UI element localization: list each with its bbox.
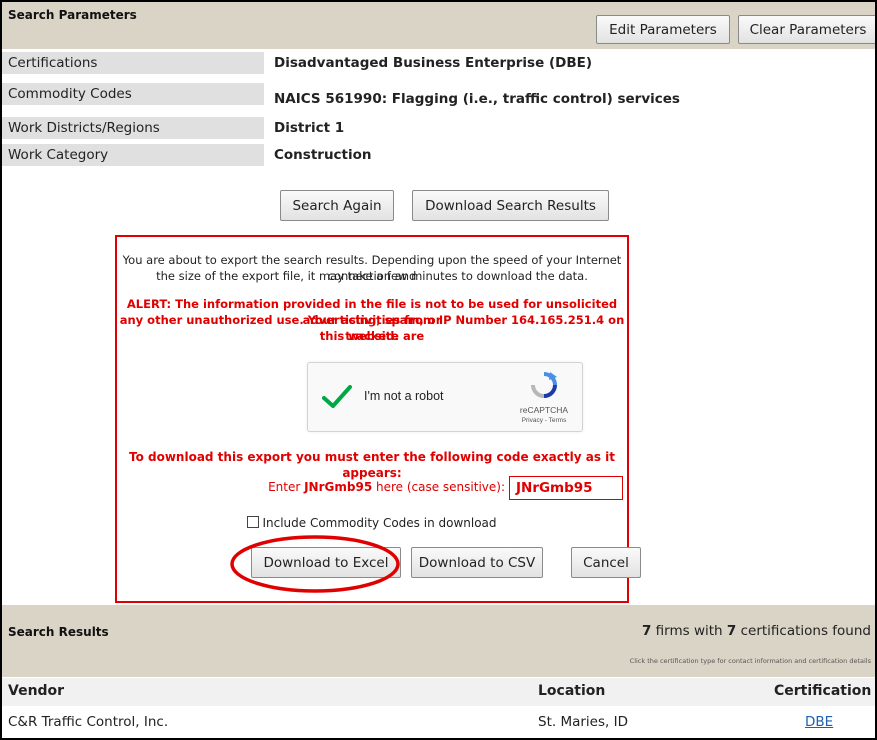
firms-count: 7 [641, 623, 652, 639]
param-value-work-category: Construction [274, 147, 372, 163]
search-parameters-title: Search Parameters [8, 8, 137, 22]
param-value-work-districts: District 1 [274, 120, 345, 136]
export-dialog: You are about to export the search resul… [115, 235, 641, 603]
page-frame: Search Parameters Edit Parameters Clear … [0, 0, 877, 740]
clear-parameters-button[interactable]: Clear Parameters [738, 15, 875, 44]
param-label-work-category: Work Category [2, 144, 264, 166]
download-csv-button[interactable]: Download to CSV [411, 547, 543, 578]
highlight-ellipse [230, 535, 400, 593]
recaptcha-privacy-terms[interactable]: Privacy - Terms [514, 417, 574, 424]
alert-line-3: tracked. [345, 329, 399, 343]
results-summary: 7 firms with 7 certifications found [642, 623, 871, 639]
edit-parameters-button[interactable]: Edit Parameters [596, 15, 730, 44]
verification-code-input[interactable]: JNrGmb95 [509, 476, 623, 500]
recaptcha-label: I'm not a robot [364, 389, 444, 403]
enter-suffix: here (case sensitive): [372, 480, 505, 494]
recaptcha-logo-icon [531, 372, 557, 398]
vendor-name: C&R Traffic Control, Inc. [8, 714, 169, 730]
param-label-work-districts: Work Districts/Regions [2, 117, 264, 139]
param-value-commodity-codes: NAICS 561990: Flagging (i.e., traffic co… [274, 91, 680, 107]
recaptcha-widget[interactable]: I'm not a robot reCAPTCHA Privacy - Term… [307, 362, 583, 432]
param-value-certifications: Disadvantaged Business Enterprise (DBE) [274, 55, 593, 71]
certification-link[interactable]: DBE [805, 714, 833, 730]
column-location: Location [538, 683, 606, 699]
include-commodity-label: Include Commodity Codes in download [262, 516, 497, 530]
recaptcha-brand: reCAPTCHA [519, 405, 569, 415]
search-results-header: Search Results 7 firms with 7 certificat… [2, 605, 875, 677]
verification-code: JNrGmb95 [304, 480, 373, 494]
column-vendor: Vendor [8, 683, 65, 699]
firms-text: firms with [651, 623, 727, 639]
include-commodity-checkbox[interactable] [247, 516, 260, 528]
enter-prefix: Enter [268, 480, 305, 494]
search-parameters-header: Search Parameters Edit Parameters Clear … [2, 2, 875, 49]
code-entry-label: Enter JNrGmb95 here (case sensitive): [117, 480, 505, 494]
cancel-button[interactable]: Cancel [571, 547, 641, 578]
results-table-header: Vendor Location Certification [2, 678, 875, 706]
certifications-count: 7 [726, 623, 737, 639]
search-again-button[interactable]: Search Again [280, 190, 394, 221]
results-hint: Click the certification type for contact… [629, 657, 871, 665]
include-commodity-row[interactable]: Include Commodity Codes in download [117, 516, 627, 530]
search-results-title: Search Results [8, 625, 109, 639]
param-label-certifications: Certifications [2, 52, 264, 74]
column-certification: Certification [774, 683, 872, 699]
export-intro-line-2: the size of the export file, it may take… [156, 269, 588, 283]
table-row: C&R Traffic Control, Inc. St. Maries, ID… [2, 708, 875, 736]
vendor-location: St. Maries, ID [538, 714, 628, 730]
download-search-results-button[interactable]: Download Search Results [412, 190, 609, 221]
checkmark-icon [322, 385, 352, 408]
param-label-commodity-codes: Commodity Codes [2, 83, 264, 105]
certifications-text: certifications found [736, 623, 871, 639]
